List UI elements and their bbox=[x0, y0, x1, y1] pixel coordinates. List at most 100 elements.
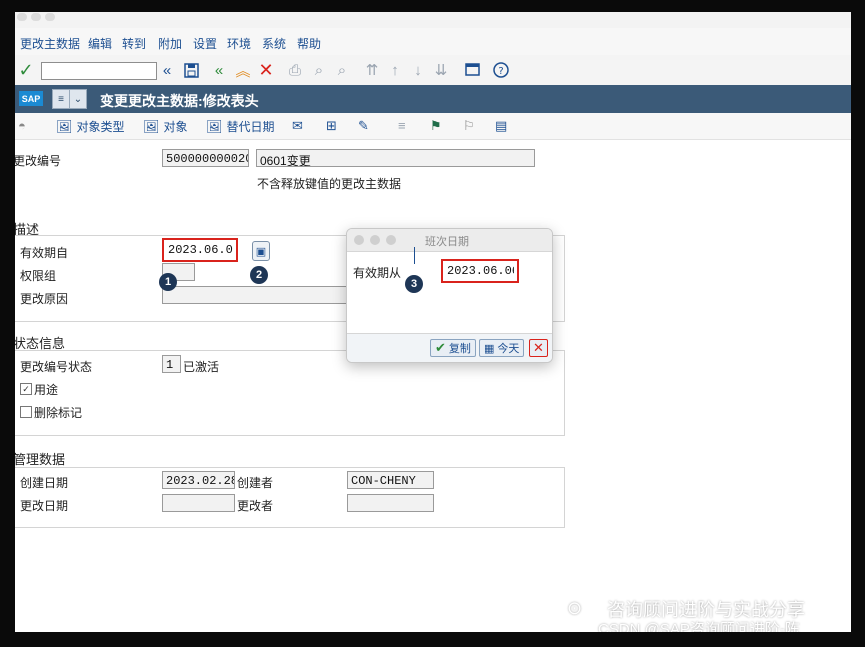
step-badge-1: 1 bbox=[159, 273, 177, 291]
changed-date-label: 更改日期 bbox=[20, 499, 69, 513]
edit-pen-icon[interactable]: ✎ bbox=[358, 118, 369, 134]
last-page-icon[interactable]: ⇊ bbox=[432, 61, 450, 79]
watermark-line2: CSDN @SAP咨询顾问进阶-陈 bbox=[598, 621, 800, 632]
change-status-text: 已激活 bbox=[183, 360, 220, 374]
dialog-valid-from-label: 有效期从 bbox=[353, 266, 402, 280]
dialog-minimize-dot[interactable] bbox=[370, 235, 380, 245]
change-status-field[interactable]: 1 bbox=[162, 355, 181, 373]
object-type-label: 对象类型 bbox=[76, 120, 125, 134]
changed-date-field[interactable] bbox=[162, 494, 235, 512]
calendar-grid-icon: ▦ bbox=[484, 342, 495, 355]
menu-bar: 更改主数据 编辑 转到 附加 设置 环境 系统 帮助 bbox=[15, 28, 851, 55]
exit-icon[interactable]: ︽ bbox=[234, 61, 252, 80]
flag-icon[interactable]: ⚑ bbox=[430, 118, 442, 134]
image-icon: 🖼 bbox=[143, 118, 160, 134]
document-icon[interactable]: ▤ bbox=[495, 118, 507, 134]
usage-checkbox[interactable]: ✓ bbox=[20, 383, 32, 395]
admin-group-frame bbox=[15, 467, 565, 528]
change-note-text: 不含释放键值的更改主数据 bbox=[257, 177, 402, 191]
dialog-close-dot[interactable] bbox=[354, 235, 364, 245]
cancel-icon[interactable]: ✕ bbox=[257, 60, 275, 80]
valid-from-highlight bbox=[162, 238, 238, 262]
previous-page-icon[interactable]: ↑ bbox=[386, 61, 404, 79]
first-page-icon[interactable]: ⇈ bbox=[363, 61, 381, 79]
delete-flag-label: 删除标记 bbox=[34, 406, 83, 420]
list-icon[interactable]: ≡ bbox=[398, 118, 406, 133]
image-icon: 🖼 bbox=[56, 118, 73, 134]
valid-from-label: 有效期自 bbox=[20, 246, 69, 260]
chevron-down-icon[interactable]: ⌄ bbox=[69, 89, 87, 109]
text-cursor bbox=[414, 247, 415, 264]
menu-item-goto[interactable]: 转到 bbox=[122, 35, 146, 52]
calendar-icon[interactable]: ▣ bbox=[252, 241, 270, 261]
change-description-field[interactable]: 0601变更 bbox=[256, 149, 535, 167]
today-button[interactable]: ▦ 今天 bbox=[479, 339, 525, 357]
shift-date-dialog: 班次日期 有效期从 2023.06.06 3 ✔ 复制 ▦ 今天 ✕ bbox=[346, 228, 553, 363]
flag-outline-icon[interactable]: ⚐ bbox=[463, 118, 475, 134]
dialog-titlebar: 班次日期 bbox=[347, 229, 552, 252]
find-icon[interactable]: ⌕ bbox=[310, 61, 328, 79]
change-number-field[interactable]: 500000000020 bbox=[162, 149, 249, 167]
delete-flag-checkbox[interactable] bbox=[20, 406, 32, 418]
object-button[interactable]: 🖼 对象 bbox=[143, 118, 188, 135]
window-minimize-dot[interactable] bbox=[31, 13, 41, 21]
window-titlebar bbox=[15, 12, 851, 28]
sap-window: 更改主数据 编辑 转到 附加 设置 环境 系统 帮助 ✓ « « ︽ ✕ ⎙ ⌕… bbox=[15, 12, 851, 632]
menu-item-system[interactable]: 系统 bbox=[262, 35, 286, 52]
menu-item-edit[interactable]: 编辑 bbox=[88, 35, 112, 52]
change-reason-field[interactable] bbox=[162, 286, 350, 304]
dialog-title: 班次日期 bbox=[425, 236, 469, 248]
admin-section-title: 管理数据 bbox=[15, 452, 66, 467]
copy-button[interactable]: ✔ 复制 bbox=[430, 339, 476, 357]
dialog-valid-from-highlight bbox=[441, 259, 519, 283]
next-page-icon[interactable]: ↓ bbox=[409, 61, 427, 79]
alt-date-label: 替代日期 bbox=[226, 120, 275, 134]
standard-toolbar: ✓ « « ︽ ✕ ⎙ ⌕ ⌕ ⇈ ↑ ↓ ⇊ ? bbox=[15, 55, 851, 86]
changer-label: 更改者 bbox=[237, 499, 274, 513]
change-reason-label: 更改原因 bbox=[20, 292, 69, 306]
hierarchy-icon[interactable]: ⊞ bbox=[326, 118, 337, 134]
step-badge-3: 3 bbox=[405, 275, 423, 293]
page-title: 变更更改主数据:修改表头 bbox=[100, 93, 259, 109]
alt-date-button[interactable]: 🖼 替代日期 bbox=[206, 118, 275, 135]
change-number-label: 更改编号 bbox=[15, 154, 62, 168]
change-status-label: 更改编号状态 bbox=[20, 360, 93, 374]
menu-item-environment[interactable]: 环境 bbox=[227, 35, 251, 52]
mail-icon[interactable]: ✉ bbox=[292, 118, 303, 134]
back-icon[interactable]: « bbox=[210, 61, 228, 79]
created-date-field[interactable]: 2023.02.28 bbox=[162, 471, 235, 489]
menu-item-help[interactable]: 帮助 bbox=[297, 35, 321, 52]
menu-item-extras[interactable]: 附加 bbox=[158, 35, 182, 52]
display-icon[interactable]: ◓ bbox=[18, 118, 26, 133]
new-session-icon[interactable] bbox=[463, 61, 481, 79]
created-date-label: 创建日期 bbox=[20, 476, 69, 490]
menu-icon[interactable]: ≡ bbox=[52, 89, 70, 109]
dialog-footer: ✔ 复制 ▦ 今天 ✕ bbox=[347, 333, 552, 362]
enter-check-icon[interactable]: ✓ bbox=[17, 60, 35, 80]
window-zoom-dot[interactable] bbox=[45, 13, 55, 21]
step-badge-2: 2 bbox=[250, 266, 268, 284]
sap-logo-icon: SAP bbox=[19, 91, 43, 106]
changer-field[interactable] bbox=[347, 494, 434, 512]
command-field[interactable] bbox=[41, 62, 157, 80]
find-next-icon[interactable]: ⌕ bbox=[333, 61, 351, 79]
object-label: 对象 bbox=[163, 120, 188, 134]
print-icon[interactable]: ⎙ bbox=[286, 61, 304, 79]
image-icon: 🖼 bbox=[206, 118, 223, 134]
creator-field[interactable]: CON-CHENY bbox=[347, 471, 434, 489]
close-icon: ✕ bbox=[533, 340, 544, 355]
object-type-button[interactable]: 🖼 对象类型 bbox=[56, 118, 125, 135]
menu-item-settings[interactable]: 设置 bbox=[193, 35, 217, 52]
svg-text:?: ? bbox=[498, 66, 503, 77]
double-left-arrow-icon[interactable]: « bbox=[158, 61, 176, 79]
help-icon[interactable]: ? bbox=[492, 61, 510, 79]
menu-item-change-master[interactable]: 更改主数据 bbox=[20, 35, 80, 52]
creator-label: 创建者 bbox=[237, 476, 274, 490]
save-icon[interactable] bbox=[182, 61, 200, 79]
window-close-dot[interactable] bbox=[17, 13, 27, 21]
auth-group-label: 权限组 bbox=[20, 269, 57, 283]
title-header: SAP ≡ ⌄ 变更更改主数据:修改表头 bbox=[15, 85, 851, 113]
today-label: 今天 bbox=[497, 343, 520, 355]
dialog-zoom-dot[interactable] bbox=[386, 235, 396, 245]
dialog-cancel-button[interactable]: ✕ bbox=[529, 339, 548, 357]
